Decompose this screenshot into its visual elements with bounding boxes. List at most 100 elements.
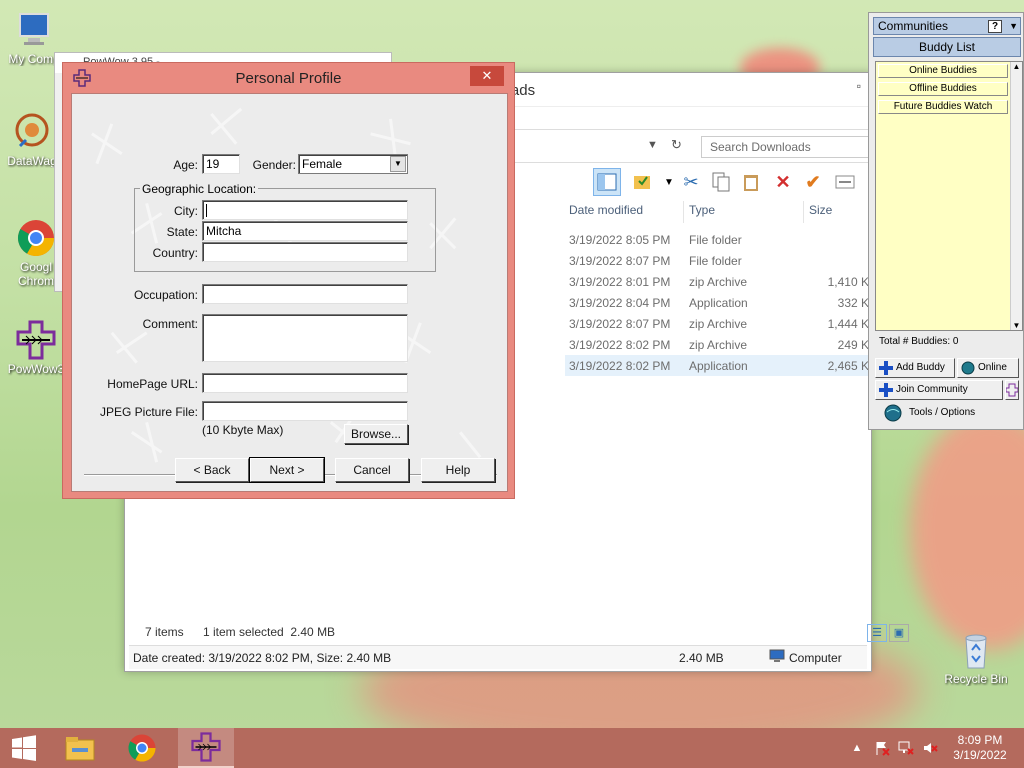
- details-view-icon[interactable]: ☰: [867, 624, 887, 642]
- state-field[interactable]: Mitcha: [202, 221, 408, 241]
- column-size[interactable]: Size: [809, 203, 832, 217]
- gender-value: Female: [302, 157, 343, 171]
- communities-header[interactable]: Communities ? ▼: [873, 17, 1021, 35]
- city-field[interactable]: [202, 200, 408, 220]
- selection-info: 1 item selected 2.40 MB: [203, 625, 336, 639]
- taskbar-chrome[interactable]: [118, 728, 166, 768]
- online-button[interactable]: Online: [957, 358, 1019, 378]
- computer-icon: [14, 10, 54, 50]
- comment-textarea[interactable]: [202, 314, 408, 362]
- network-icon[interactable]: [896, 728, 916, 768]
- powwow-button[interactable]: [1005, 380, 1019, 400]
- start-button[interactable]: [0, 728, 48, 768]
- dialog-title: Personal Profile: [235, 70, 342, 87]
- buddy-panel: Communities ? ▼ Buddy List Online Buddie…: [868, 12, 1024, 430]
- explorer-toolbar: ▼ ✂ ✕ ✔: [565, 165, 873, 199]
- chevron-down-icon[interactable]: ▼: [390, 156, 406, 172]
- gender-label: Gender:: [252, 158, 296, 172]
- table-row[interactable]: 3/19/2022 8:04 PM Application 332 K: [565, 292, 873, 313]
- age-field[interactable]: 19: [202, 154, 240, 174]
- computer-icon: [769, 649, 785, 666]
- clock-time: 8:09 PM: [957, 733, 1003, 747]
- globe-icon: [961, 361, 975, 375]
- close-icon[interactable]: ▫: [857, 79, 861, 93]
- globe-icon: [883, 404, 903, 422]
- details-location: Computer: [789, 651, 842, 665]
- table-row[interactable]: 3/19/2022 8:02 PM zip Archive 249 K: [565, 334, 873, 355]
- delete-icon[interactable]: ✕: [769, 168, 797, 196]
- occupation-field[interactable]: [202, 284, 408, 304]
- add-buddy-button[interactable]: Add Buddy: [875, 358, 955, 378]
- chevron-down-icon[interactable]: ▼: [647, 139, 658, 151]
- table-row[interactable]: 3/19/2022 8:01 PM zip Archive 1,410 K: [565, 271, 873, 292]
- join-community-label: Join Community: [896, 384, 968, 395]
- jpeg-picture-field[interactable]: [202, 401, 408, 421]
- text-cursor: [206, 204, 207, 218]
- help-button[interactable]: Help: [421, 458, 495, 482]
- search-input[interactable]: Search Downloads: [701, 136, 873, 158]
- chrome-icon: [128, 734, 156, 762]
- tools-options-button[interactable]: Tools / Options: [875, 404, 1019, 424]
- taskbar-file-explorer[interactable]: [56, 728, 104, 768]
- volume-icon[interactable]: [920, 728, 940, 768]
- powwow-icon: [16, 320, 56, 360]
- add-buddy-label: Add Buddy: [896, 362, 945, 373]
- desktop-icon-powwow[interactable]: PowWow3: [4, 320, 68, 376]
- preview-pane-icon[interactable]: [593, 168, 621, 196]
- recycle-bin-icon: [956, 630, 996, 670]
- desktop-icon-label: PowWow3: [7, 362, 65, 376]
- next-button[interactable]: Next >: [249, 457, 325, 483]
- status-bar: 7 items 1 item selected 2.40 MB: [125, 621, 871, 643]
- group-future-buddies-watch[interactable]: Future Buddies Watch: [878, 100, 1008, 114]
- tab-buddy-list[interactable]: Buddy List: [873, 37, 1021, 57]
- communities-label: Communities: [878, 19, 949, 33]
- folder-options-icon[interactable]: [629, 168, 657, 196]
- show-hidden-icons-icon[interactable]: ▲: [848, 728, 866, 768]
- total-buddies: Total # Buddies: 0: [879, 336, 959, 347]
- table-row-selected[interactable]: 3/19/2022 8:02 PM Application 2,465 K: [565, 355, 873, 376]
- tools-options-label: Tools / Options: [909, 407, 976, 418]
- personal-profile-dialog: Personal Profile ✕ Age: 19 Gender: Femal…: [62, 62, 515, 499]
- refresh-icon[interactable]: ↻: [671, 137, 682, 153]
- occupation-label: Occupation:: [133, 288, 198, 302]
- column-type[interactable]: Type: [689, 203, 715, 217]
- file-list: 3/19/2022 8:05 PM File folder 3/19/2022 8…: [565, 229, 873, 376]
- table-row[interactable]: 3/19/2022 8:07 PM File folder: [565, 250, 873, 271]
- chevron-down-icon[interactable]: ▼: [1009, 21, 1018, 31]
- group-online-buddies[interactable]: Online Buddies: [878, 64, 1008, 78]
- details-created: Date created: 3/19/2022 8:02 PM, Size: 2…: [133, 651, 392, 665]
- clock-date: 3/19/2022: [953, 748, 1007, 762]
- group-offline-buddies[interactable]: Offline Buddies: [878, 82, 1008, 96]
- action-center-icon[interactable]: [872, 728, 892, 768]
- help-button[interactable]: ?: [988, 20, 1002, 33]
- item-count: 7 items: [145, 625, 184, 639]
- desktop-icon-recycle-bin[interactable]: Recycle Bin: [944, 630, 1008, 686]
- table-row[interactable]: 3/19/2022 8:05 PM File folder: [565, 229, 873, 250]
- scrollbar[interactable]: ▲ ▼: [1010, 62, 1022, 330]
- large-icons-view-icon[interactable]: ▣: [889, 624, 909, 642]
- join-community-button[interactable]: Join Community: [875, 380, 1003, 400]
- properties-icon[interactable]: [831, 168, 859, 196]
- homepage-url-field[interactable]: [202, 373, 408, 393]
- taskbar-powwow[interactable]: [178, 728, 234, 768]
- buddy-list: Online Buddies Offline Buddies Future Bu…: [875, 61, 1023, 331]
- paste-icon[interactable]: [737, 168, 765, 196]
- jpeg-picture-label: JPEG Picture File:: [99, 405, 198, 419]
- gender-select[interactable]: Female ▼: [298, 154, 408, 174]
- cancel-button[interactable]: Cancel: [335, 458, 409, 482]
- datawagon-icon: [12, 112, 52, 152]
- cut-icon[interactable]: ✂: [677, 168, 705, 196]
- country-field[interactable]: [202, 242, 408, 262]
- browse-button[interactable]: Browse...: [344, 424, 408, 444]
- table-row[interactable]: 3/19/2022 8:07 PM zip Archive 1,444 K: [565, 313, 873, 334]
- column-date-modified[interactable]: Date modified: [569, 203, 643, 217]
- close-button[interactable]: ✕: [470, 66, 504, 86]
- back-button[interactable]: < Back: [175, 458, 249, 482]
- geographic-location-label: Geographic Location:: [140, 182, 259, 196]
- system-clock[interactable]: 8:09 PM 3/19/2022: [940, 733, 1020, 763]
- plus-icon: [879, 383, 893, 397]
- powwow-icon: [191, 732, 221, 762]
- checkmark-icon[interactable]: ✔: [799, 168, 827, 196]
- copy-icon[interactable]: [707, 168, 735, 196]
- column-headers: Date modified Type Size: [565, 201, 873, 223]
